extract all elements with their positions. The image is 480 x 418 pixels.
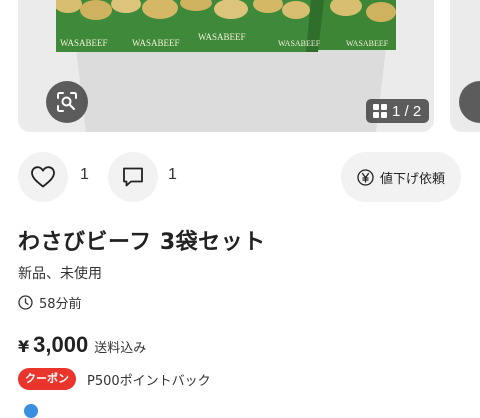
price-row: ¥ 3,000 送料込み — [18, 332, 146, 358]
package-print: WASABEEF — [132, 38, 180, 48]
image-carousel[interactable]: WASABEEF WASABEEF WASABEEF WASABEEF WASA… — [0, 0, 480, 132]
comment-icon — [123, 167, 143, 187]
scan-icon — [57, 92, 77, 112]
posted-time-text: 58分前 — [39, 297, 82, 312]
image-counter: 1 / 2 — [366, 99, 430, 123]
shipping-note: 送料込み — [94, 341, 147, 356]
currency-symbol: ¥ — [18, 337, 30, 356]
item-condition: 新品、未使用 — [18, 266, 102, 282]
info-icon — [24, 404, 38, 418]
point-back-text: P500ポイントバック — [87, 373, 211, 389]
item-title: わさびビーフ 3袋セット — [18, 230, 266, 255]
posted-time: 58分前 — [18, 293, 82, 312]
product-image-slide[interactable]: WASABEEF WASABEEF WASABEEF WASABEEF WASA… — [18, 0, 434, 132]
product-photo: WASABEEF WASABEEF WASABEEF WASABEEF WASA… — [56, 0, 396, 132]
clock-icon — [18, 295, 33, 310]
package-print: WASABEEF — [60, 38, 108, 48]
item-price: 3,000 — [33, 332, 89, 357]
comment-count: 1 — [168, 166, 177, 183]
svg-text:WASABEEF: WASABEEF — [278, 39, 321, 48]
package-print: WASABEEF — [198, 32, 246, 42]
comment-button[interactable] — [108, 152, 158, 202]
image-counter-text: 1 / 2 — [392, 102, 422, 120]
coupon-badge: クーポン — [18, 368, 76, 390]
yen-circle-icon — [357, 168, 374, 186]
svg-text:WASABEEF: WASABEEF — [346, 39, 389, 48]
like-button[interactable] — [18, 152, 68, 202]
coupon-row[interactable]: クーポン P500ポイントバック — [18, 368, 211, 390]
price-down-request-button[interactable]: 値下げ依頼 — [341, 152, 461, 202]
gallery-grid-icon — [373, 104, 387, 118]
like-count: 1 — [80, 166, 89, 183]
heart-icon — [31, 166, 55, 188]
price-down-label: 値下げ依頼 — [379, 171, 445, 187]
image-search-button[interactable] — [46, 81, 88, 123]
